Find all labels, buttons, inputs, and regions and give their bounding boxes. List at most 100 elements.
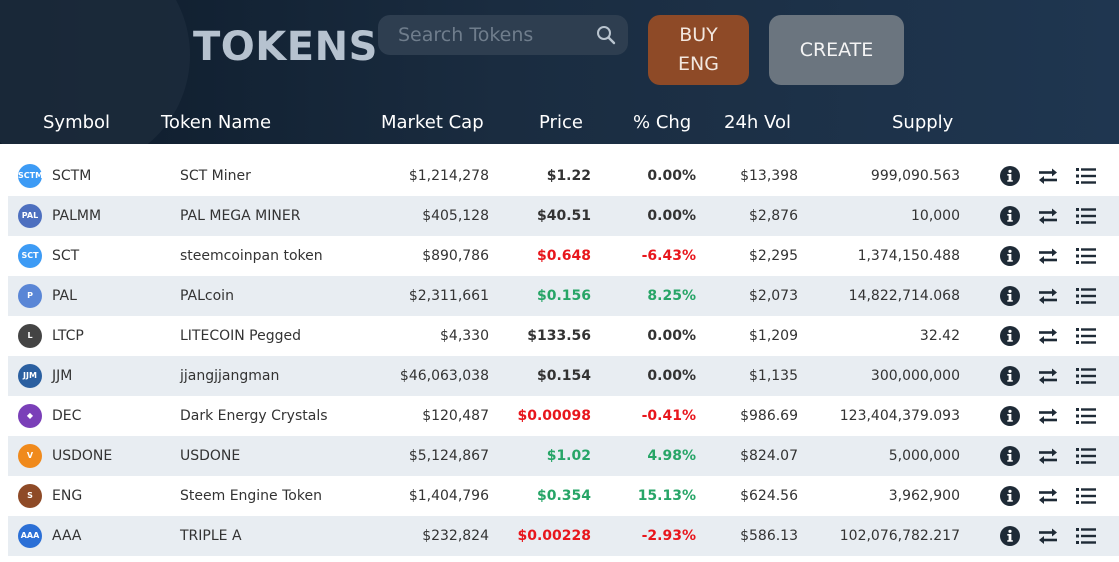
list-icon[interactable]: [1075, 525, 1097, 547]
list-icon[interactable]: [1075, 445, 1097, 467]
token-market-cap: $5,124,867: [408, 448, 489, 464]
token-name[interactable]: USDONE: [180, 436, 240, 476]
token-volume: $1,135: [749, 368, 798, 384]
token-symbol[interactable]: PALMM: [52, 196, 101, 236]
column-header-volume[interactable]: 24h Vol: [724, 112, 791, 133]
column-header-price[interactable]: Price: [539, 112, 583, 133]
create-button[interactable]: CREATE: [769, 15, 904, 85]
column-header-change[interactable]: % Chg: [633, 112, 691, 133]
token-symbol[interactable]: AAA: [52, 516, 82, 556]
token-symbol[interactable]: DEC: [52, 396, 81, 436]
list-icon[interactable]: [1075, 205, 1097, 227]
token-price: $0.00098: [517, 408, 591, 424]
list-icon[interactable]: [1075, 165, 1097, 187]
table-row[interactable]: ◆ DEC Dark Energy Crystals $120,487 $0.00098…: [8, 396, 1119, 436]
token-symbol[interactable]: PAL: [52, 276, 77, 316]
info-icon[interactable]: [999, 525, 1021, 547]
token-name[interactable]: PALcoin: [180, 276, 234, 316]
token-logo-icon: ◆: [18, 404, 42, 428]
column-header-name[interactable]: Token Name: [161, 112, 271, 133]
list-icon[interactable]: [1075, 325, 1097, 347]
info-icon[interactable]: [999, 445, 1021, 467]
transfer-icon[interactable]: [1037, 485, 1059, 507]
table-row[interactable]: S ENG Steem Engine Token $1,404,796 $0.354 15…: [8, 476, 1119, 516]
info-icon[interactable]: [999, 485, 1021, 507]
list-icon[interactable]: [1075, 285, 1097, 307]
token-logo-text: PAL: [21, 211, 39, 220]
transfer-icon[interactable]: [1037, 525, 1059, 547]
transfer-icon[interactable]: [1037, 325, 1059, 347]
transfer-icon[interactable]: [1037, 405, 1059, 427]
token-name[interactable]: TRIPLE A: [180, 516, 242, 556]
column-header-supply[interactable]: Supply: [892, 112, 953, 133]
table-row[interactable]: AAA AAA TRIPLE A $232,824 $0.00228 -2.93% $586…: [8, 516, 1119, 556]
token-price: $1.02: [546, 448, 591, 464]
info-icon[interactable]: [999, 165, 1021, 187]
list-icon[interactable]: [1075, 405, 1097, 427]
transfer-icon[interactable]: [1037, 165, 1059, 187]
token-name[interactable]: steemcoinpan token: [180, 236, 323, 276]
token-name[interactable]: SCT Miner: [180, 156, 251, 196]
token-name[interactable]: jjangjjangman: [180, 356, 279, 396]
table-row[interactable]: SCT SCT steemcoinpan token $890,786 $0.648 -6…: [8, 236, 1119, 276]
token-symbol[interactable]: JJM: [52, 356, 72, 396]
transfer-icon[interactable]: [1037, 245, 1059, 267]
token-symbol[interactable]: LTCP: [52, 316, 84, 356]
search-input[interactable]: [378, 15, 588, 55]
search-box[interactable]: [378, 15, 628, 55]
token-supply: 10,000: [911, 208, 960, 224]
token-logo-icon: L: [18, 324, 42, 348]
transfer-icon[interactable]: [1037, 445, 1059, 467]
token-symbol[interactable]: SCT: [52, 236, 79, 276]
column-header-symbol[interactable]: Symbol: [43, 112, 110, 133]
token-name[interactable]: Steem Engine Token: [180, 476, 322, 516]
list-icon[interactable]: [1075, 365, 1097, 387]
list-icon[interactable]: [1075, 245, 1097, 267]
info-icon[interactable]: [999, 405, 1021, 427]
token-change: -0.41%: [641, 408, 696, 424]
token-symbol[interactable]: USDONE: [52, 436, 112, 476]
page-title: TOKENS: [193, 24, 378, 70]
token-supply: 32.42: [919, 328, 960, 344]
token-volume: $586.13: [740, 528, 798, 544]
info-icon[interactable]: [999, 245, 1021, 267]
token-logo-text: JJM: [23, 371, 37, 380]
list-icon[interactable]: [1075, 485, 1097, 507]
info-icon[interactable]: [999, 325, 1021, 347]
token-volume: $824.07: [740, 448, 798, 464]
table-row[interactable]: PAL PALMM PAL MEGA MINER $405,128 $40.51 0.00…: [8, 196, 1119, 236]
token-change: -2.93%: [641, 528, 696, 544]
token-market-cap: $1,214,278: [408, 168, 489, 184]
transfer-icon[interactable]: [1037, 285, 1059, 307]
info-icon[interactable]: [999, 285, 1021, 307]
info-icon[interactable]: [999, 205, 1021, 227]
token-change: 0.00%: [647, 328, 696, 344]
token-logo-icon: S: [18, 484, 42, 508]
token-symbol[interactable]: ENG: [52, 476, 82, 516]
token-market-cap: $4,330: [440, 328, 489, 344]
token-logo-icon: PAL: [18, 204, 42, 228]
table-row[interactable]: L LTCP LITECOIN Pegged $4,330 $133.56 0.00% $1…: [8, 316, 1119, 356]
token-logo-text: SCT: [21, 251, 39, 260]
token-supply: 14,822,714.068: [848, 288, 960, 304]
token-name[interactable]: LITECOIN Pegged: [180, 316, 301, 356]
buy-eng-button[interactable]: BUY ENG: [648, 15, 749, 85]
token-market-cap: $1,404,796: [408, 488, 489, 504]
transfer-icon[interactable]: [1037, 365, 1059, 387]
token-table: SCTM SCTM SCT Miner $1,214,278 $1.22 0.00% $13…: [8, 156, 1119, 556]
info-icon[interactable]: [999, 365, 1021, 387]
table-row[interactable]: JJM JJM jjangjjangman $46,063,038 $0.154 0.00…: [8, 356, 1119, 396]
token-volume: $624.56: [740, 488, 798, 504]
search-icon[interactable]: [596, 25, 616, 45]
column-header-market-cap[interactable]: Market Cap: [381, 112, 484, 133]
transfer-icon[interactable]: [1037, 205, 1059, 227]
token-logo-icon: SCT: [18, 244, 42, 268]
table-row[interactable]: V USDONE USDONE $5,124,867 $1.02 4.98% $824.07…: [8, 436, 1119, 476]
token-symbol[interactable]: SCTM: [52, 156, 91, 196]
table-row[interactable]: P PAL PALcoin $2,311,661 $0.156 8.25% $2,073 14…: [8, 276, 1119, 316]
token-name[interactable]: Dark Energy Crystals: [180, 396, 328, 436]
token-price: $0.156: [536, 288, 591, 304]
token-price: $1.22: [546, 168, 591, 184]
table-row[interactable]: SCTM SCTM SCT Miner $1,214,278 $1.22 0.00% $13…: [8, 156, 1119, 196]
token-name[interactable]: PAL MEGA MINER: [180, 196, 300, 236]
